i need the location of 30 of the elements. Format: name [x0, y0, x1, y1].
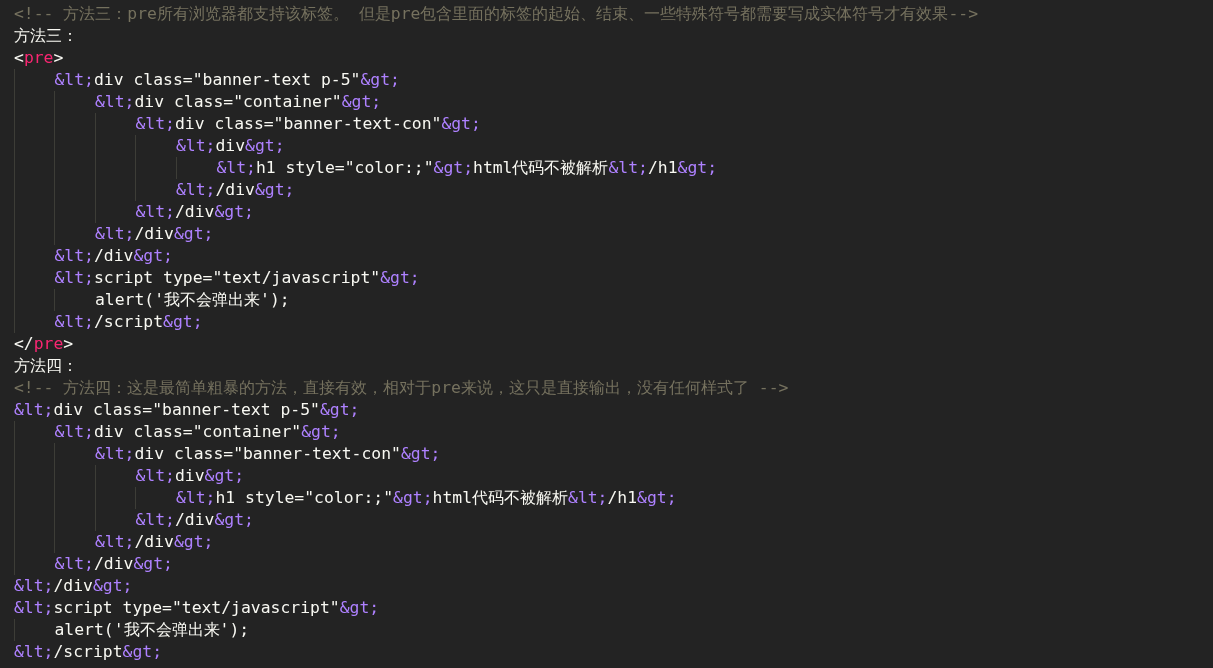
code-comment: <!-- 方法三：pre所有浏览器都支持该标签。 但是pre包含里面的标签的起始、结束、一些特殊符号都需要写成实体符号才有效果-->: [14, 3, 980, 25]
code-line: 方法四：: [14, 355, 79, 377]
code-line: &lt;/div&gt;: [14, 531, 1213, 553]
code-line: &lt;div class="banner-text-con"&gt;: [14, 113, 1213, 135]
code-line: 方法三：: [14, 25, 79, 47]
code-line: &lt;div&gt;: [14, 465, 1213, 487]
code-line: &lt;script type="text/javascript"&gt;: [14, 267, 1213, 289]
code-line: &lt;/script&gt;: [14, 311, 1213, 333]
code-line: &lt;/div&gt;: [14, 245, 1213, 267]
code-line: alert('我不会弹出来');: [14, 289, 1213, 311]
code-line: <pre>: [14, 47, 65, 69]
code-line: &lt;div class="banner-text-con"&gt;: [14, 443, 1213, 465]
code-line: &lt;div class="banner-text p-5"&gt;: [14, 69, 1213, 91]
code-line: &lt;/div&gt;: [14, 553, 1213, 575]
code-line: &lt;div&gt;: [14, 135, 1213, 157]
code-line: &lt;script type="text/javascript"&gt;: [14, 597, 381, 619]
code-line: &lt;/script&gt;: [14, 641, 164, 663]
code-line: </pre>: [14, 333, 75, 355]
code-line: &lt;/div&gt;: [14, 179, 1213, 201]
code-line: &lt;/div&gt;: [14, 509, 1213, 531]
code-line: &lt;h1 style="color:;"&gt;html代码不被解析&lt;/h1&gt;: [14, 487, 1213, 509]
code-line: &lt;div class="container"&gt;: [14, 421, 1213, 443]
code-comment: <!-- 方法四：这是最简单粗暴的方法，直接有效，相对于pre来说，这只是直接输出，没有任何样式了 -->: [14, 377, 790, 399]
code-line: &lt;div class="container"&gt;: [14, 91, 1213, 113]
code-line: &lt;/div&gt;: [14, 201, 1213, 223]
code-line: &lt;div class="banner-text p-5"&gt;: [14, 399, 361, 421]
code-line: alert('我不会弹出来');: [14, 619, 1213, 641]
code-line: &lt;/div&gt;: [14, 575, 134, 597]
code-line: &lt;/div&gt;: [14, 223, 1213, 245]
code-line: &lt;h1 style="color:;"&gt;html代码不被解析&lt;/h1&gt;: [14, 157, 1213, 179]
